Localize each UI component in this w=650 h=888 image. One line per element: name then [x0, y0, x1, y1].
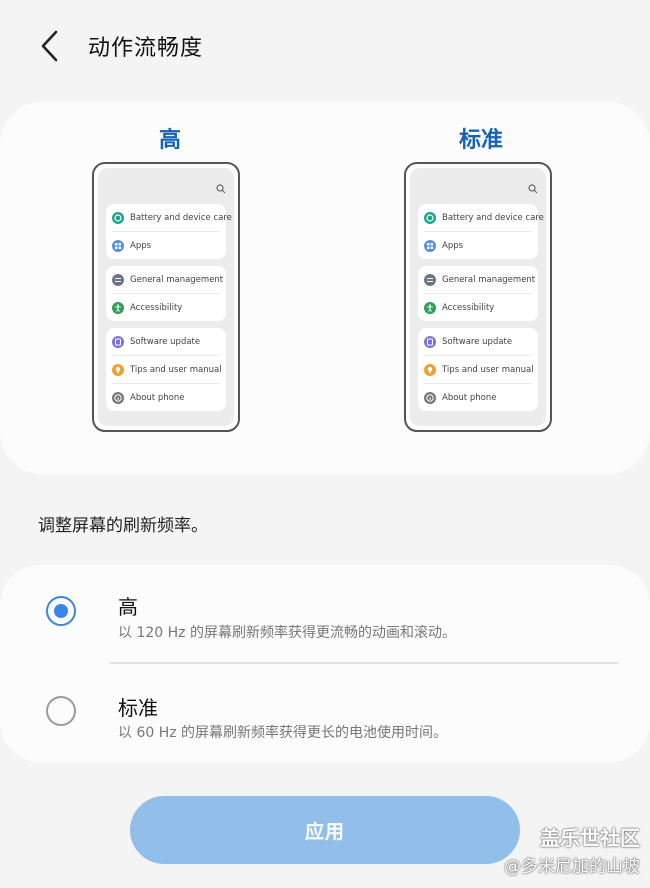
settings-item-label: About phone — [442, 392, 497, 403]
phone-screen: Battery and device care Apps General manag… — [98, 168, 234, 426]
settings-item: General management — [112, 266, 224, 294]
accessibility-icon — [424, 301, 436, 314]
watermark-author: @多米尼加的山坡 — [504, 857, 640, 877]
settings-list: Battery and device care Apps General manag… — [418, 204, 544, 411]
phone-preview-high: Battery and device care Apps General manag… — [92, 162, 240, 432]
radio-standard[interactable] — [46, 696, 76, 726]
watermark-community: 盖乐世社区 — [540, 826, 640, 850]
phone-screen: Battery and device care Apps General manag… — [410, 168, 546, 426]
radio-high[interactable] — [46, 596, 76, 626]
settings-item: Battery and device care — [424, 204, 544, 232]
battery-care-icon — [424, 211, 436, 224]
header: 动作流畅度 — [0, 0, 650, 92]
settings-item: Software update — [112, 328, 220, 356]
settings-item: Apps — [112, 232, 220, 259]
info-icon — [424, 391, 436, 404]
apps-icon — [112, 239, 124, 252]
tips-icon — [112, 363, 124, 376]
settings-group: Software update Tips and user manual About… — [106, 328, 226, 411]
settings-item-label: Tips and user manual — [442, 364, 534, 375]
settings-group: Battery and device care Apps — [106, 204, 232, 259]
settings-item-label: General management — [130, 274, 224, 285]
settings-item-label: Accessibility — [130, 302, 183, 313]
settings-item-label: Apps — [442, 240, 464, 251]
settings-item-label: About phone — [130, 392, 185, 403]
settings-item-label: Software update — [442, 336, 513, 347]
settings-item: About phone — [424, 384, 532, 411]
settings-item: Apps — [424, 232, 532, 259]
apply-button[interactable]: 应用 — [130, 796, 520, 864]
settings-group: Software update Tips and user manual About… — [418, 328, 538, 411]
software-update-icon — [424, 335, 436, 348]
option-subtitle: 以 120 Hz 的屏幕刷新频率获得更流畅的动画和滚动。 — [118, 625, 456, 641]
phone-preview-standard: Battery and device care Apps General manag… — [404, 162, 552, 432]
tips-icon — [424, 363, 436, 376]
battery-care-icon — [112, 211, 124, 224]
settings-item: Tips and user manual — [424, 356, 534, 384]
settings-item: Battery and device care — [112, 204, 232, 232]
description-text: 调整屏幕的刷新频率。 — [38, 516, 208, 536]
options-card: 高 以 120 Hz 的屏幕刷新频率获得更流畅的动画和滚动。 标准 以 60 H… — [0, 565, 650, 762]
settings-item-label: Apps — [130, 240, 152, 251]
info-icon — [112, 391, 124, 404]
preview-card: 高 标准 Battery and device care Apps General … — [0, 102, 650, 474]
preview-title-high: 高 — [158, 128, 181, 153]
general-management-icon — [112, 273, 124, 286]
option-standard[interactable]: 标准 以 60 Hz 的屏幕刷新频率获得更长的电池使用时间。 — [0, 664, 650, 760]
option-subtitle: 以 60 Hz 的屏幕刷新频率获得更长的电池使用时间。 — [118, 725, 448, 741]
settings-item: General management — [424, 266, 536, 294]
settings-item-label: Battery and device care — [130, 212, 232, 223]
settings-group: General management Accessibility — [106, 266, 226, 321]
page-title: 动作流畅度 — [88, 36, 204, 61]
settings-item: Software update — [424, 328, 532, 356]
settings-item-label: General management — [442, 274, 536, 285]
accessibility-icon — [112, 301, 124, 314]
option-title: 高 — [118, 595, 138, 619]
apps-icon — [424, 239, 436, 252]
settings-item-label: Battery and device care — [442, 212, 544, 223]
software-update-icon — [112, 335, 124, 348]
settings-item-label: Software update — [130, 336, 201, 347]
settings-item: Accessibility — [112, 294, 220, 321]
settings-item: Tips and user manual — [112, 356, 222, 384]
search-icon — [216, 184, 226, 194]
option-title: 标准 — [118, 696, 158, 720]
back-arrow-icon — [41, 30, 58, 62]
settings-group: General management Accessibility — [418, 266, 538, 321]
option-high[interactable]: 高 以 120 Hz 的屏幕刷新频率获得更流畅的动画和滚动。 — [0, 565, 650, 661]
settings-item: About phone — [112, 384, 220, 411]
settings-item: Accessibility — [424, 294, 532, 321]
preview-title-standard: 标准 — [458, 128, 503, 153]
settings-item-label: Tips and user manual — [130, 364, 222, 375]
settings-list: Battery and device care Apps General manag… — [106, 204, 232, 411]
search-icon — [528, 184, 538, 194]
settings-group: Battery and device care Apps — [418, 204, 544, 259]
general-management-icon — [424, 273, 436, 286]
settings-item-label: Accessibility — [442, 302, 495, 313]
back-button[interactable] — [30, 26, 70, 66]
